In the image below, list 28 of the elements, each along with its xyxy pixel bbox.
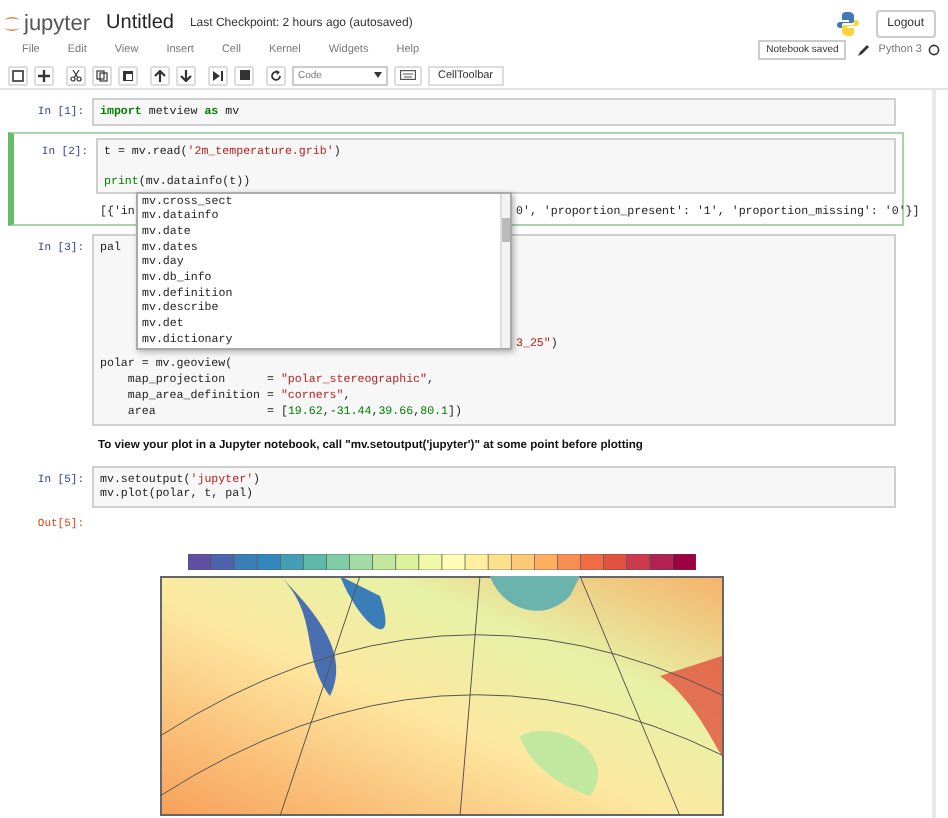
scissors-icon bbox=[70, 69, 82, 81]
kernel-idle-icon bbox=[928, 44, 940, 56]
cut-button[interactable] bbox=[66, 65, 86, 85]
up-button[interactable] bbox=[150, 65, 170, 85]
python-logo-icon bbox=[835, 11, 860, 35]
notebook-title[interactable]: Untitled bbox=[106, 12, 174, 34]
paste-button[interactable] bbox=[118, 65, 138, 85]
stop-button[interactable] bbox=[234, 65, 254, 85]
copy-icon bbox=[96, 69, 108, 81]
pencil-icon[interactable] bbox=[858, 44, 871, 56]
arrow-up-icon bbox=[154, 69, 166, 81]
caret-icon bbox=[374, 72, 382, 78]
plus-icon bbox=[38, 69, 50, 81]
stop-icon bbox=[239, 70, 249, 80]
keyboard-button[interactable] bbox=[394, 65, 422, 85]
refresh-icon bbox=[270, 69, 282, 81]
save-button[interactable] bbox=[8, 65, 28, 85]
arrow-down-icon bbox=[180, 69, 192, 81]
step-button[interactable] bbox=[208, 65, 228, 85]
scrollbar-thumb[interactable] bbox=[502, 217, 510, 241]
add-button[interactable] bbox=[34, 65, 54, 85]
keyboard-icon bbox=[400, 70, 416, 80]
step-forward-icon bbox=[212, 69, 224, 81]
clipboard-icon bbox=[122, 69, 134, 81]
copy-button[interactable] bbox=[92, 65, 112, 85]
down-button[interactable] bbox=[176, 65, 196, 85]
jupyter-logo[interactable]: jupyter bbox=[4, 11, 91, 35]
restart-button[interactable] bbox=[266, 65, 286, 85]
